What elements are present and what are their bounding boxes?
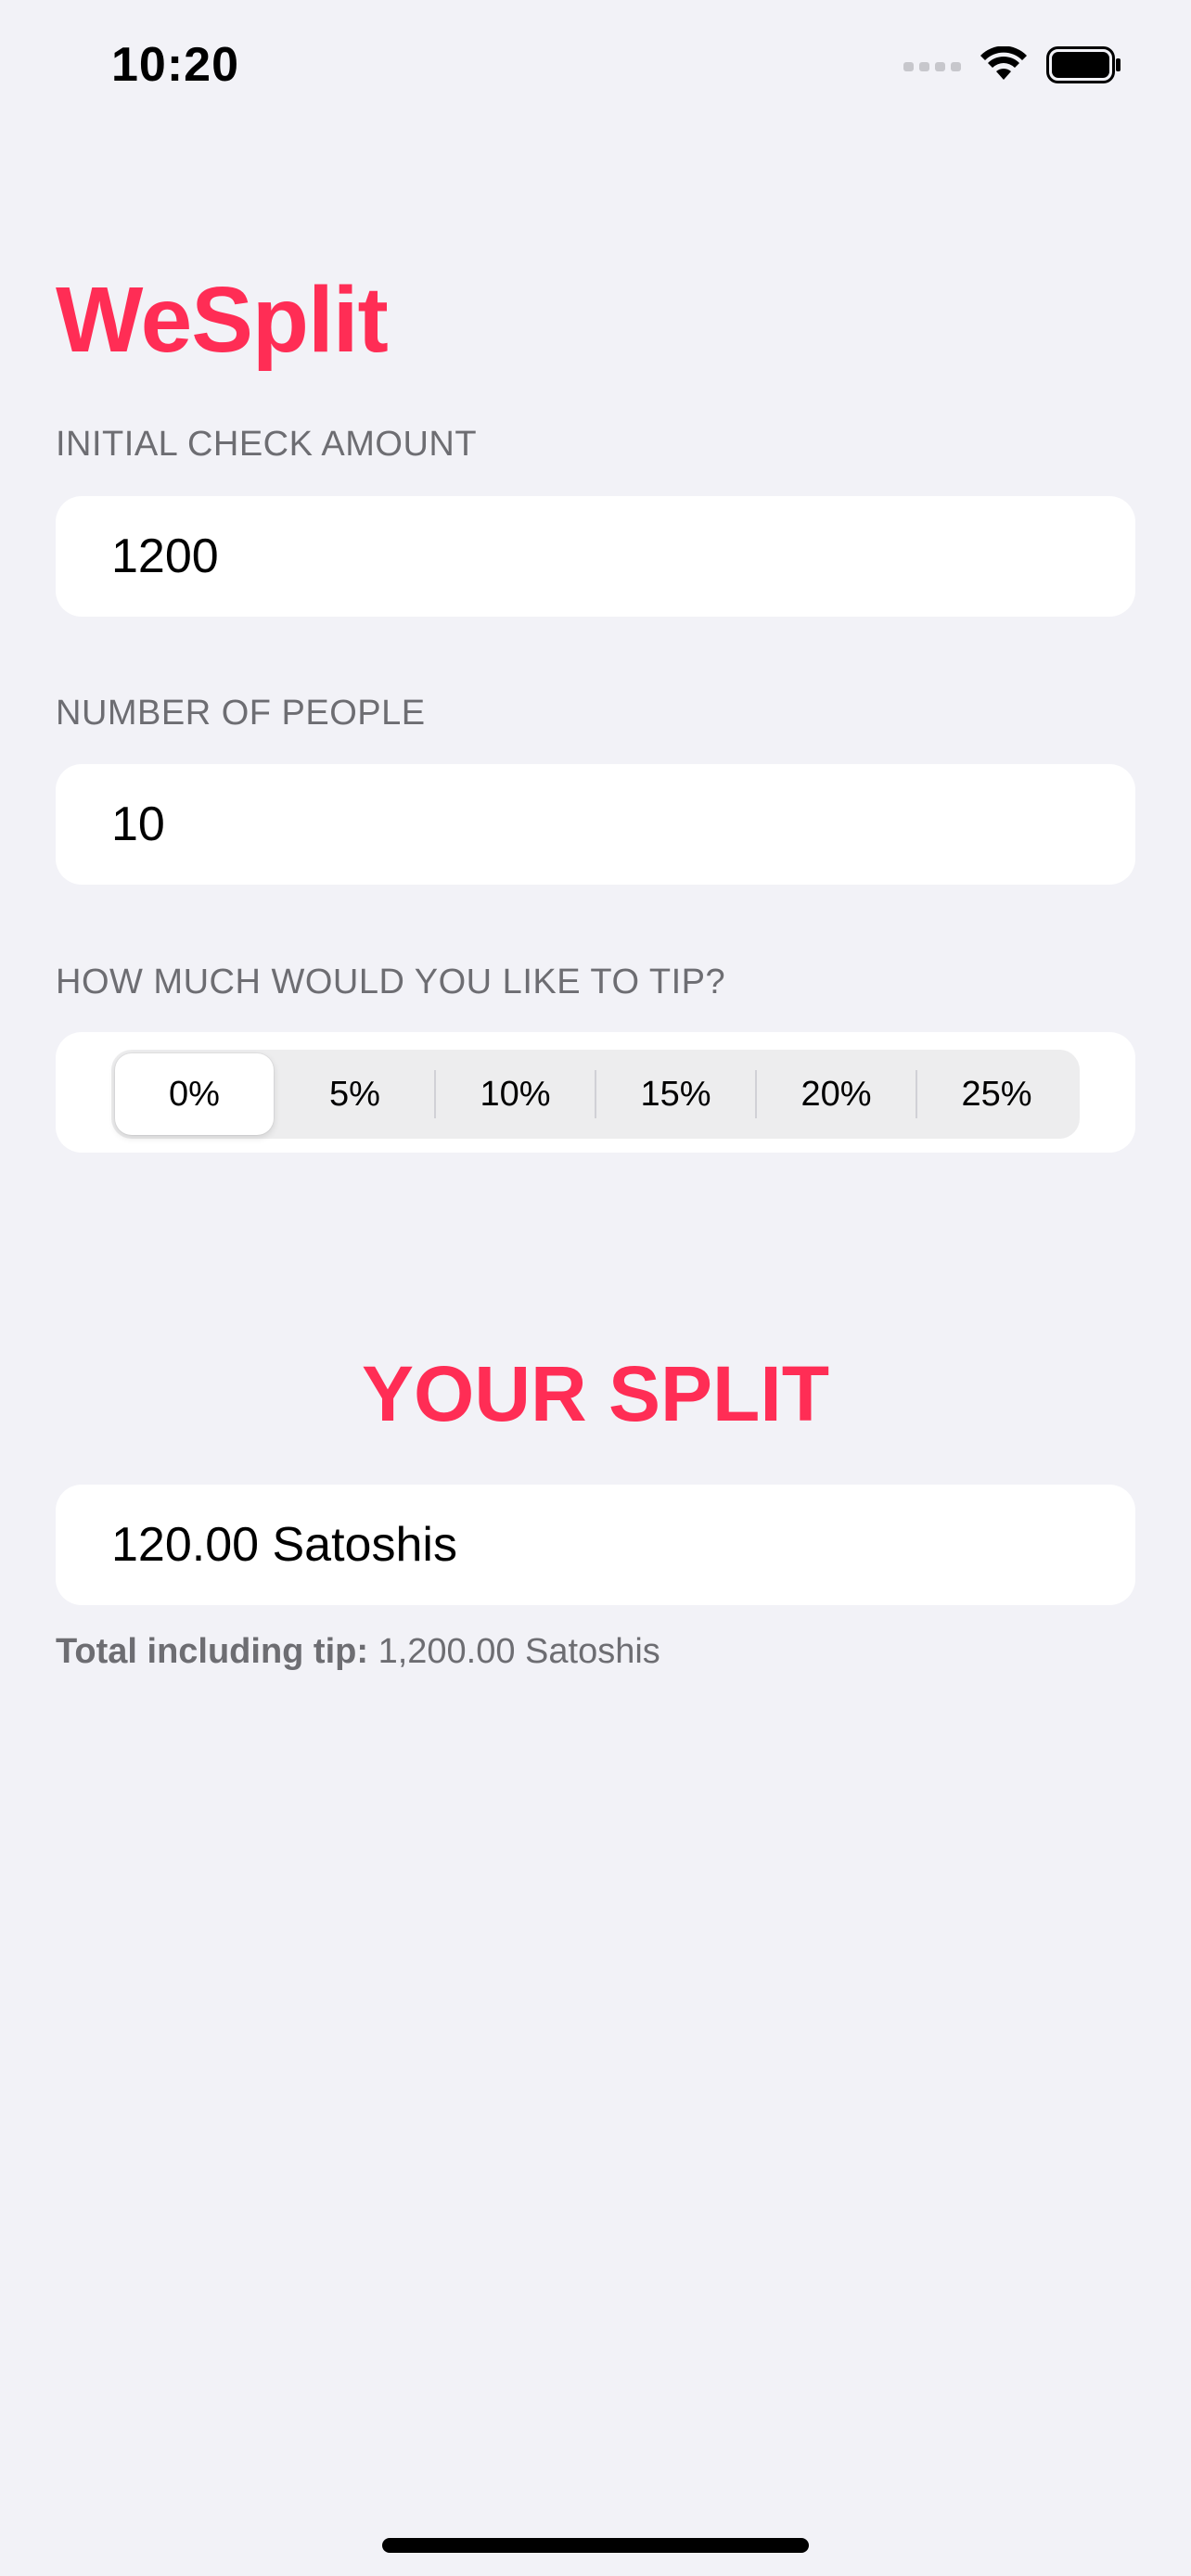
number-of-people-field[interactable]: 10	[56, 764, 1135, 885]
your-split-title: YOUR SPLIT	[361, 1350, 830, 1437]
wifi-icon	[980, 45, 1028, 88]
tip-option-0[interactable]: 0%	[115, 1053, 274, 1135]
cellular-signal-icon	[903, 58, 961, 76]
check-amount-field[interactable]: 1200	[56, 496, 1135, 617]
home-indicator[interactable]	[382, 2538, 809, 2553]
check-amount-header: INITIAL CHECK AMOUNT	[56, 425, 478, 464]
total-label: Total including tip:	[56, 1632, 369, 1671]
split-amount-value: 120.00 Satoshis	[56, 1485, 1135, 1605]
tip-option-5[interactable]: 5%	[275, 1053, 434, 1135]
tip-option-20[interactable]: 20%	[757, 1053, 916, 1135]
status-bar: 10:20	[0, 0, 1191, 139]
tip-option-25[interactable]: 25%	[917, 1053, 1076, 1135]
total-value: 1,200.00 Satoshis	[378, 1632, 660, 1671]
tip-option-15[interactable]: 15%	[596, 1053, 755, 1135]
battery-icon	[1046, 46, 1122, 88]
total-including-tip: Total including tip: 1,200.00 Satoshis	[56, 1632, 660, 1672]
tip-segmented-control: 0% 5% 10% 15% 20% 25%	[111, 1050, 1080, 1139]
tip-header: HOW MUCH WOULD YOU LIKE TO TIP?	[56, 963, 726, 1001]
status-icons	[903, 45, 1122, 88]
status-time: 10:20	[111, 38, 239, 92]
app-title: WeSplit	[56, 268, 389, 372]
number-of-people-header: NUMBER OF PEOPLE	[56, 694, 426, 733]
tip-option-10[interactable]: 10%	[436, 1053, 595, 1135]
